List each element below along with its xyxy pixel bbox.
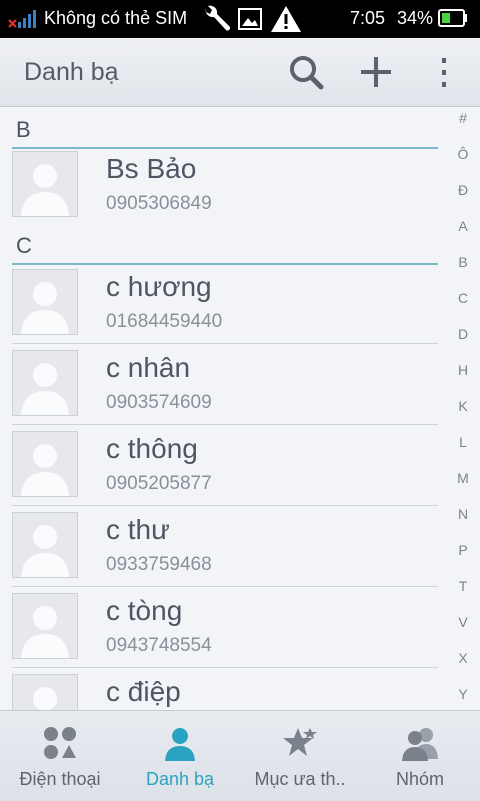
tab-favorites[interactable]: Mục ưa th.. (240, 711, 360, 801)
signal-icon (8, 10, 36, 28)
person-silhouette-icon (21, 606, 69, 658)
contact-phone: 0903574609 (106, 392, 212, 413)
index-letter[interactable]: L (446, 434, 480, 450)
index-letter[interactable]: H (446, 362, 480, 378)
section-header: B (12, 111, 438, 149)
index-letter[interactable]: K (446, 398, 480, 414)
contact-row[interactable]: c thông 0905205877 (0, 425, 438, 506)
battery-percent: 34% (397, 8, 434, 28)
index-letter[interactable]: Ô (446, 146, 480, 162)
tab-label: Điện thoại (19, 769, 101, 789)
index-letter[interactable]: # (446, 110, 480, 126)
avatar (12, 431, 78, 497)
person-silhouette-icon (21, 525, 69, 577)
index-letter[interactable]: N (446, 506, 480, 522)
contact-name: c thư (106, 514, 170, 545)
index-letter[interactable]: Y (446, 686, 480, 702)
tab-label: Mục ưa th.. (254, 769, 346, 789)
avatar (12, 269, 78, 335)
avatar (12, 674, 78, 710)
contact-row[interactable]: c hương 01684459440 (0, 263, 438, 344)
bottom-tab-bar: Điện thoại Danh bạ Mục ưa th.. Nhóm (0, 710, 480, 801)
contact-row[interactable]: c nhân 0903574609 (0, 344, 438, 425)
search-button[interactable] (286, 52, 326, 92)
image-icon (238, 8, 262, 30)
page-title: Danh bạ (24, 58, 119, 86)
index-letter[interactable]: A (446, 218, 480, 234)
person-silhouette-icon (33, 687, 57, 710)
add-contact-button[interactable] (356, 52, 396, 92)
more-vert-icon (442, 58, 446, 87)
person-icon (165, 728, 195, 761)
index-letter[interactable]: T (446, 578, 480, 594)
index-letter[interactable]: Đ (446, 182, 480, 198)
avatar (12, 512, 78, 578)
wrench-icon (205, 5, 230, 31)
avatar (12, 151, 78, 217)
index-letter[interactable]: X (446, 650, 480, 666)
section-header: C (12, 227, 438, 265)
tab-groups[interactable]: Nhóm (360, 711, 480, 801)
contact-name: c hương (106, 271, 212, 302)
contact-phone: 0905205877 (106, 473, 212, 494)
overflow-menu-button[interactable] (424, 52, 464, 92)
contact-row[interactable]: c tòng 0943748554 (0, 587, 438, 668)
person-silhouette-icon (21, 282, 69, 334)
avatar (12, 593, 78, 659)
tab-phone[interactable]: Điện thoại (0, 711, 120, 801)
status-bar: Không có thẻ SIM 7:05 34% (0, 0, 480, 38)
star-icon (283, 728, 317, 756)
section-letter: B (16, 117, 31, 142)
index-letter[interactable]: D (446, 326, 480, 342)
person-silhouette-icon (21, 164, 69, 216)
contact-name: c thông (106, 433, 198, 464)
avatar (12, 350, 78, 416)
contact-name: c điệp (106, 676, 181, 707)
index-letter[interactable]: C (446, 290, 480, 306)
contact-list[interactable]: B Bs Bảo 0905306849 C c hương 0168445944… (0, 107, 440, 710)
section-letter: C (16, 233, 32, 258)
contact-phone: 0943748554 (106, 635, 212, 656)
index-letter[interactable]: P (446, 542, 480, 558)
battery-icon (438, 9, 467, 27)
search-icon (290, 56, 324, 90)
contact-phone: 01684459440 (106, 311, 223, 332)
clock: 7:05 (350, 8, 386, 28)
tab-label: Nhóm (395, 769, 444, 789)
person-silhouette-icon (21, 363, 69, 415)
tab-label: Danh bạ (145, 769, 215, 789)
contact-phone: 0905306849 (106, 193, 212, 214)
warning-icon (271, 6, 301, 32)
index-letter[interactable]: B (446, 254, 480, 270)
plus-icon (361, 57, 391, 87)
contact-phone: 0933759468 (106, 554, 212, 575)
contact-name: c nhân (106, 352, 191, 383)
index-letter[interactable]: M (446, 470, 480, 486)
group-icon (402, 728, 438, 761)
person-silhouette-icon (21, 444, 69, 496)
dialpad-icon (44, 727, 76, 759)
contact-name: c tòng (106, 595, 183, 626)
action-bar: Danh bạ (0, 38, 480, 107)
index-letter[interactable]: V (446, 614, 480, 630)
contact-row[interactable]: c điệp (0, 668, 438, 710)
alphabet-index[interactable]: # Ô Đ A B C D H K L M N P T V X Y (446, 110, 480, 710)
tab-contacts[interactable]: Danh bạ (120, 711, 240, 801)
contact-name: Bs Bảo (106, 153, 197, 184)
contact-row[interactable]: c thư 0933759468 (0, 506, 438, 587)
contact-row[interactable]: Bs Bảo 0905306849 (0, 145, 438, 226)
carrier-text: Không có thẻ SIM (44, 8, 188, 28)
